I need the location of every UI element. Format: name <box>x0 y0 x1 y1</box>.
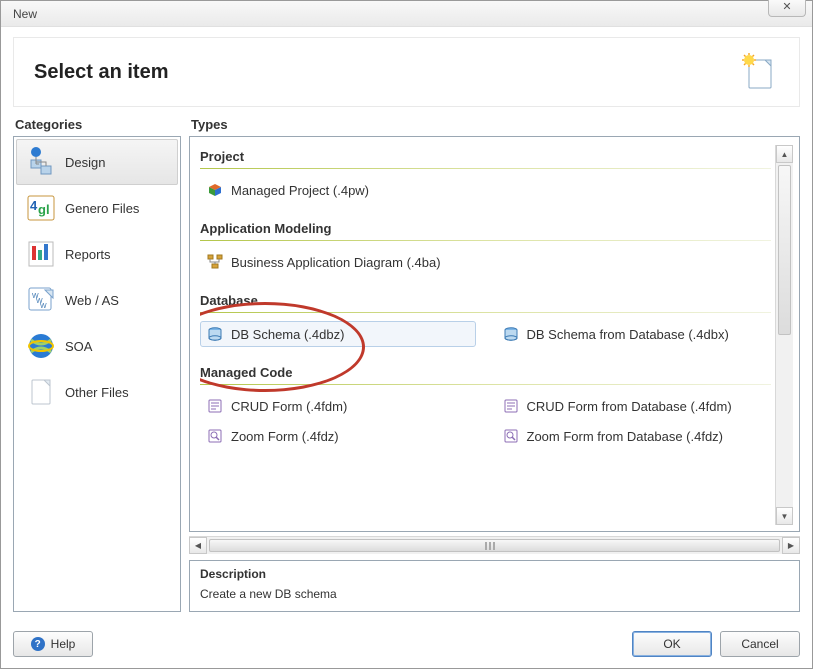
type-item[interactable]: CRUD Form from Database (.4fdm) <box>496 393 772 419</box>
type-label: Zoom Form (.4fdz) <box>231 429 339 444</box>
category-item-design[interactable]: Design <box>16 139 178 185</box>
types-column: Types Project Managed Project (.4pw) Appli… <box>189 113 800 612</box>
categories-label: Categories <box>13 113 181 136</box>
form-icon <box>503 398 519 414</box>
svg-text:4: 4 <box>30 198 38 213</box>
help-label: Help <box>51 637 76 651</box>
db-icon <box>503 326 519 342</box>
types-label: Types <box>189 113 800 136</box>
ok-button[interactable]: OK <box>632 631 712 657</box>
diagram-icon <box>207 254 223 270</box>
type-grid: CRUD Form (.4fdm) CRUD Form from Database… <box>200 393 771 449</box>
category-label: Other Files <box>65 385 129 400</box>
db-icon <box>207 326 223 342</box>
scroll-track[interactable] <box>776 163 793 507</box>
separator <box>200 240 771 241</box>
reports-icon <box>25 238 57 270</box>
group-header: Database <box>200 289 771 310</box>
hscroll-thumb[interactable] <box>209 539 780 552</box>
types-panel: Project Managed Project (.4pw) Application… <box>189 136 800 532</box>
categories-list[interactable]: Design 4gl Genero Files Reports WWW Web / AS S… <box>13 136 181 612</box>
www-icon: WWW <box>25 284 57 316</box>
dialog-window: New ✕ Select an item <box>0 0 813 669</box>
category-label: Web / AS <box>65 293 119 308</box>
page-title: Select an item <box>34 61 169 84</box>
design-icon <box>25 146 57 178</box>
category-label: SOA <box>65 339 92 354</box>
type-label: Business Application Diagram (.4ba) <box>231 255 441 270</box>
help-button[interactable]: ? Help <box>13 631 93 657</box>
category-label: Design <box>65 155 105 170</box>
ok-label: OK <box>663 637 680 651</box>
type-grid: Managed Project (.4pw) <box>200 177 771 203</box>
type-grid: Business Application Diagram (.4ba) <box>200 249 771 275</box>
category-label: Genero Files <box>65 201 139 216</box>
category-item-genero[interactable]: 4gl Genero Files <box>16 185 178 231</box>
close-icon: ✕ <box>782 0 791 13</box>
group-header: Project <box>200 145 771 166</box>
description-text: Create a new DB schema <box>200 587 789 601</box>
help-icon: ? <box>31 637 45 651</box>
category-item-reports[interactable]: Reports <box>16 231 178 277</box>
form-icon <box>207 398 223 414</box>
type-item[interactable]: Managed Project (.4pw) <box>200 177 476 203</box>
separator <box>200 312 771 313</box>
category-item-soa[interactable]: SOA <box>16 323 178 369</box>
type-label: Zoom Form from Database (.4fdz) <box>527 429 724 444</box>
type-item[interactable]: Zoom Form (.4fdz) <box>200 423 476 449</box>
new-file-icon <box>739 52 779 92</box>
separator <box>200 384 771 385</box>
hscroll-track[interactable] <box>207 537 782 554</box>
description-label: Description <box>200 567 789 581</box>
category-item-webas[interactable]: WWW Web / AS <box>16 277 178 323</box>
footer: ? Help OK Cancel <box>1 620 812 668</box>
horizontal-scrollbar[interactable]: ◀ ▶ <box>189 536 800 554</box>
scroll-down-button[interactable]: ▼ <box>776 507 793 525</box>
4gl-icon: 4gl <box>25 192 57 224</box>
type-item[interactable]: DB Schema (.4dbz) <box>200 321 476 347</box>
zoom-icon <box>207 428 223 444</box>
window-title: New <box>9 7 37 21</box>
globe-icon <box>25 330 57 362</box>
type-label: DB Schema (.4dbz) <box>231 327 344 342</box>
cube-icon <box>207 182 223 198</box>
description-panel: Description Create a new DB schema <box>189 560 800 612</box>
type-grid: DB Schema (.4dbz) DB Schema from Database… <box>200 321 771 347</box>
scroll-thumb[interactable] <box>778 165 791 335</box>
type-item[interactable]: Business Application Diagram (.4ba) <box>200 249 476 275</box>
zoom-icon <box>503 428 519 444</box>
vertical-scrollbar[interactable]: ▲ ▼ <box>775 145 793 525</box>
close-button[interactable]: ✕ <box>768 0 806 17</box>
category-item-other[interactable]: Other Files <box>16 369 178 415</box>
types-list[interactable]: Project Managed Project (.4pw) Application… <box>200 145 775 525</box>
separator <box>200 168 771 169</box>
header-banner: Select an item <box>13 37 800 107</box>
svg-text:W: W <box>40 303 47 310</box>
scroll-left-button[interactable]: ◀ <box>189 537 207 554</box>
cancel-button[interactable]: Cancel <box>720 631 800 657</box>
group-header: Application Modeling <box>200 217 771 238</box>
type-label: CRUD Form from Database (.4fdm) <box>527 399 732 414</box>
svg-text:gl: gl <box>38 202 50 217</box>
scroll-up-button[interactable]: ▲ <box>776 145 793 163</box>
categories-column: Categories Design 4gl Genero Files Reports W… <box>13 113 181 612</box>
type-item[interactable]: Zoom Form from Database (.4fdz) <box>496 423 772 449</box>
blank-icon <box>25 376 57 408</box>
cancel-label: Cancel <box>741 637 778 651</box>
type-label: Managed Project (.4pw) <box>231 183 369 198</box>
type-label: CRUD Form (.4fdm) <box>231 399 347 414</box>
titlebar: New ✕ <box>1 1 812 27</box>
type-item[interactable]: CRUD Form (.4fdm) <box>200 393 476 419</box>
type-item[interactable]: DB Schema from Database (.4dbx) <box>496 321 772 347</box>
category-label: Reports <box>65 247 111 262</box>
type-label: DB Schema from Database (.4dbx) <box>527 327 729 342</box>
scroll-right-button[interactable]: ▶ <box>782 537 800 554</box>
main-content: Categories Design 4gl Genero Files Reports W… <box>1 113 812 620</box>
group-header: Managed Code <box>200 361 771 382</box>
